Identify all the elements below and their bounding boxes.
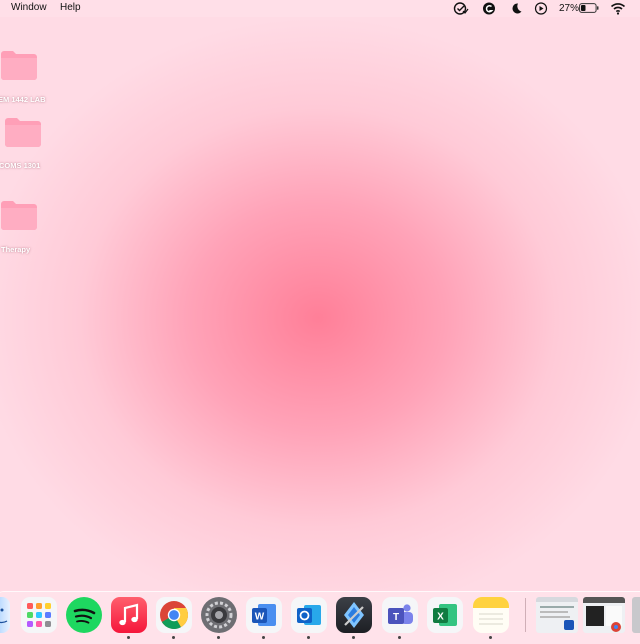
do-not-disturb-moon-icon[interactable] (509, 1, 523, 16)
notes-icon[interactable] (473, 597, 509, 633)
chrome-icon[interactable] (156, 597, 192, 633)
running-indicator (398, 636, 401, 639)
spotify-icon[interactable] (66, 597, 102, 633)
battery-icon[interactable] (579, 3, 599, 13)
excel-icon[interactable]: X (427, 597, 463, 633)
recent-chrome-window-thumbnail[interactable] (583, 597, 625, 633)
dock-separator (525, 598, 526, 632)
launchpad-icon[interactable] (21, 597, 57, 633)
wifi-icon[interactable] (610, 1, 626, 16)
menu-bar: Window Help 27% (0, 0, 640, 17)
folder-icon (5, 118, 41, 147)
trash-icon[interactable] (632, 597, 640, 633)
menu-help[interactable]: Help (60, 2, 81, 13)
running-indicator (217, 636, 220, 639)
system-settings-icon[interactable] (201, 597, 237, 633)
running-indicator (489, 636, 492, 639)
folder-label: EM 1442 LAB (0, 95, 46, 104)
grammarly-icon[interactable] (482, 1, 496, 16)
svg-text:X: X (437, 612, 444, 623)
recent-word-window-thumbnail[interactable] (536, 597, 578, 633)
folder-label: COMS 1301 (0, 161, 41, 170)
running-indicator (172, 636, 175, 639)
running-indicator (307, 636, 310, 639)
svg-text:T: T (393, 612, 399, 623)
folder-icon (1, 51, 37, 80)
running-indicator (352, 636, 355, 639)
running-indicator (262, 636, 265, 639)
running-indicator (127, 636, 130, 639)
word-icon[interactable]: W (246, 597, 282, 633)
svg-text:W: W (255, 612, 265, 623)
teams-icon[interactable]: T (382, 597, 418, 633)
folder-label: Therapy (1, 245, 31, 254)
folder-icon (1, 201, 37, 230)
finder-icon[interactable] (0, 597, 10, 633)
music-icon[interactable] (111, 597, 147, 633)
menu-window[interactable]: Window (11, 2, 47, 13)
outlook-icon[interactable] (291, 597, 327, 633)
focus-check-icon[interactable] (453, 1, 469, 16)
xcode-icon[interactable] (336, 597, 372, 633)
now-playing-icon[interactable] (534, 1, 548, 16)
battery-percent: 27% (559, 3, 580, 14)
